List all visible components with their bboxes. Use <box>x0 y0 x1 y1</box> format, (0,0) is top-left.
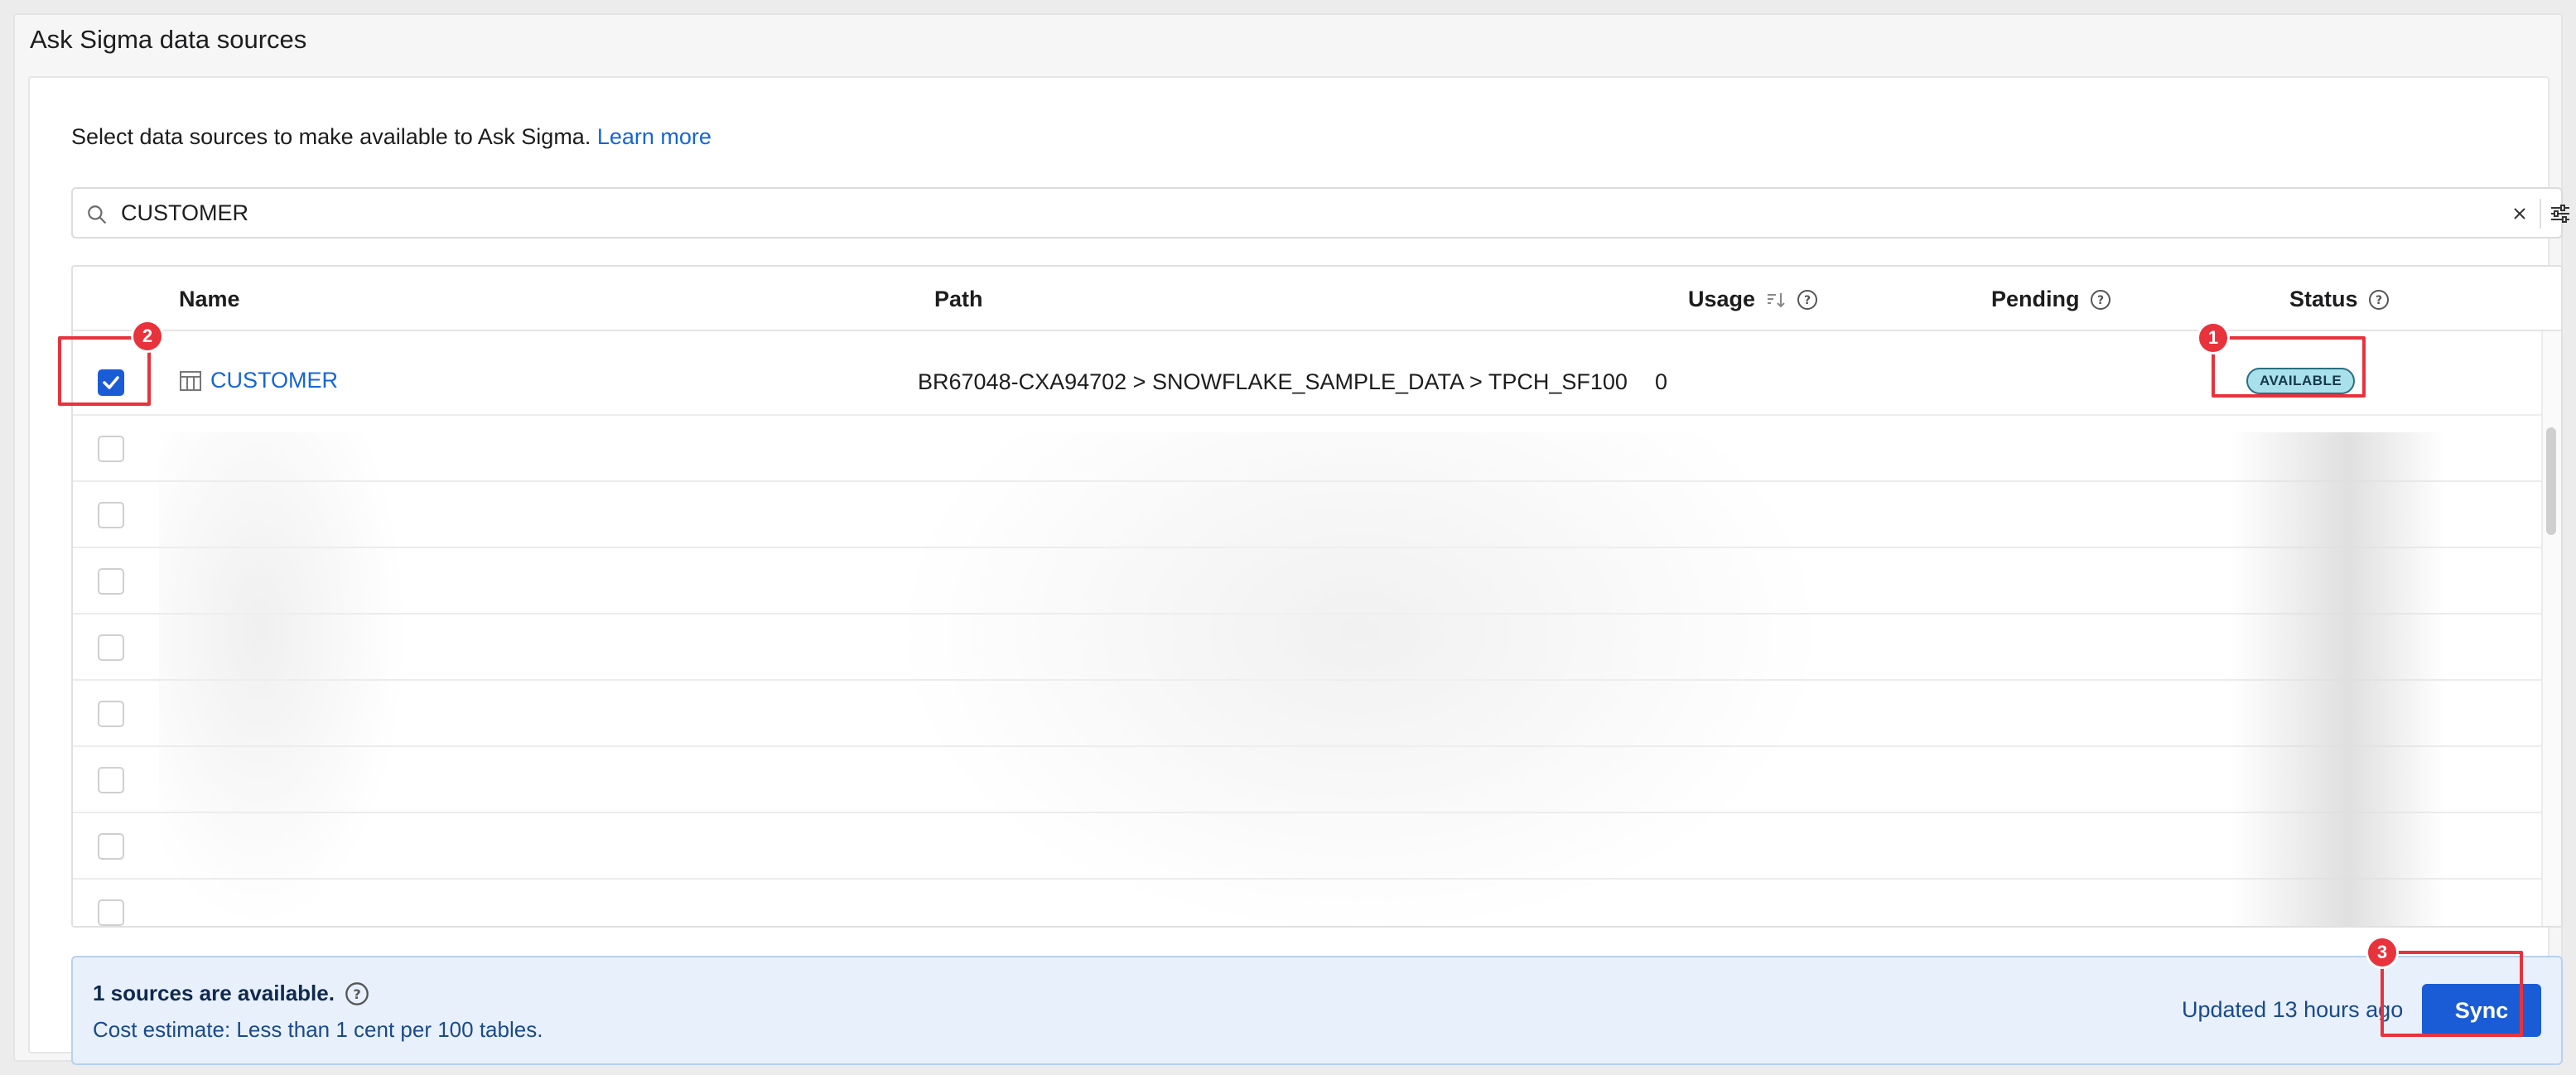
step-marker-1: 1 <box>2197 321 2230 354</box>
column-name-label: Name <box>179 287 240 311</box>
search-divider <box>2540 199 2541 229</box>
step-marker-2: 2 <box>131 320 164 353</box>
row-checkbox[interactable] <box>98 701 124 727</box>
row-checkbox[interactable] <box>98 767 124 793</box>
row-checkbox[interactable] <box>98 833 124 860</box>
source-name-link[interactable]: CUSTOMER <box>210 368 338 393</box>
available-count: 1 sources are available. <box>93 981 335 1005</box>
pending-help-icon[interactable]: ? <box>2090 289 2111 311</box>
column-usage-label: Usage <box>1688 287 1756 311</box>
table-header: Name Path Usage ? Pending ? Status ? <box>73 267 2561 331</box>
row-checkbox[interactable] <box>98 436 124 462</box>
sliders-icon <box>2551 205 2569 223</box>
table-row[interactable] <box>73 681 2541 747</box>
step-marker-3: 3 <box>2366 936 2399 969</box>
row-checkbox[interactable] <box>98 502 124 528</box>
table-row[interactable] <box>73 880 2541 926</box>
usage-help-icon[interactable]: ? <box>1797 289 1818 311</box>
cost-estimate: Cost estimate: Less than 1 cent per 100 … <box>93 1017 543 1042</box>
search-icon <box>88 205 106 224</box>
column-path-label: Path <box>934 287 983 311</box>
row-checkbox[interactable] <box>98 634 124 661</box>
svg-text:?: ? <box>1804 294 1811 307</box>
table-row[interactable] <box>73 482 2541 548</box>
sync-footer: 1 sources are available. ? Cost estimate… <box>71 956 2563 1065</box>
table-row[interactable] <box>73 747 2541 813</box>
table-row[interactable] <box>73 416 2541 482</box>
row-checkbox[interactable] <box>98 899 124 926</box>
availability-help-icon[interactable]: ? <box>345 981 369 1006</box>
column-status[interactable]: Status ? <box>2289 287 2390 312</box>
status-badge: AVAILABLE <box>2246 368 2356 394</box>
intro-description: Select data sources to make available to… <box>71 124 591 149</box>
sync-button[interactable]: Sync <box>2422 984 2541 1037</box>
search-input[interactable] <box>121 195 2440 230</box>
learn-more-link[interactable]: Learn more <box>597 124 712 149</box>
table-row[interactable]: CUSTOMER BR67048-CXA94702 > SNOWFLAKE_SA… <box>73 349 2541 416</box>
search-bar <box>71 187 2569 239</box>
intro-text: Select data sources to make available to… <box>71 124 712 150</box>
svg-text:?: ? <box>2096 294 2103 307</box>
clear-search-button[interactable] <box>2506 200 2533 227</box>
availability-summary: 1 sources are available. ? <box>93 981 369 1006</box>
page-title: Ask Sigma data sources <box>30 25 307 54</box>
data-sources-table: Name Path Usage ? Pending ? Status ? CUS… <box>71 265 2563 928</box>
svg-text:?: ? <box>2375 294 2381 307</box>
source-path: BR67048-CXA94702 > SNOWFLAKE_SAMPLE_DATA… <box>918 369 1628 394</box>
table-row[interactable] <box>73 548 2541 615</box>
svg-text:?: ? <box>353 986 360 1001</box>
sort-icon[interactable] <box>1765 289 1787 311</box>
filter-button[interactable] <box>2545 197 2576 230</box>
column-name[interactable]: Name <box>179 287 240 312</box>
settings-panel: Ask Sigma data sources Select data sourc… <box>13 13 2569 1065</box>
updated-timestamp: Updated 13 hours ago <box>2182 997 2404 1022</box>
status-help-icon[interactable]: ? <box>2368 289 2390 311</box>
column-path[interactable]: Path <box>934 287 983 312</box>
column-pending-label: Pending <box>1991 287 2080 311</box>
source-usage: 0 <box>1655 369 1668 394</box>
table-row[interactable] <box>73 813 2541 880</box>
table-row[interactable] <box>73 615 2541 681</box>
scrollbar-thumb[interactable] <box>2546 427 2556 535</box>
row-name: CUSTOMER <box>179 368 338 393</box>
check-icon <box>103 376 119 389</box>
column-pending[interactable]: Pending ? <box>1991 287 2111 312</box>
column-status-label: Status <box>2289 287 2358 311</box>
column-usage[interactable]: Usage ? <box>1688 287 1818 312</box>
row-checkbox[interactable] <box>98 568 124 595</box>
data-sources-card: Select data sources to make available to… <box>28 76 2569 1065</box>
close-icon <box>2514 208 2525 219</box>
scrollbar-track[interactable] <box>2541 331 2561 926</box>
row-checkbox[interactable] <box>98 369 124 396</box>
table-icon <box>180 370 201 391</box>
